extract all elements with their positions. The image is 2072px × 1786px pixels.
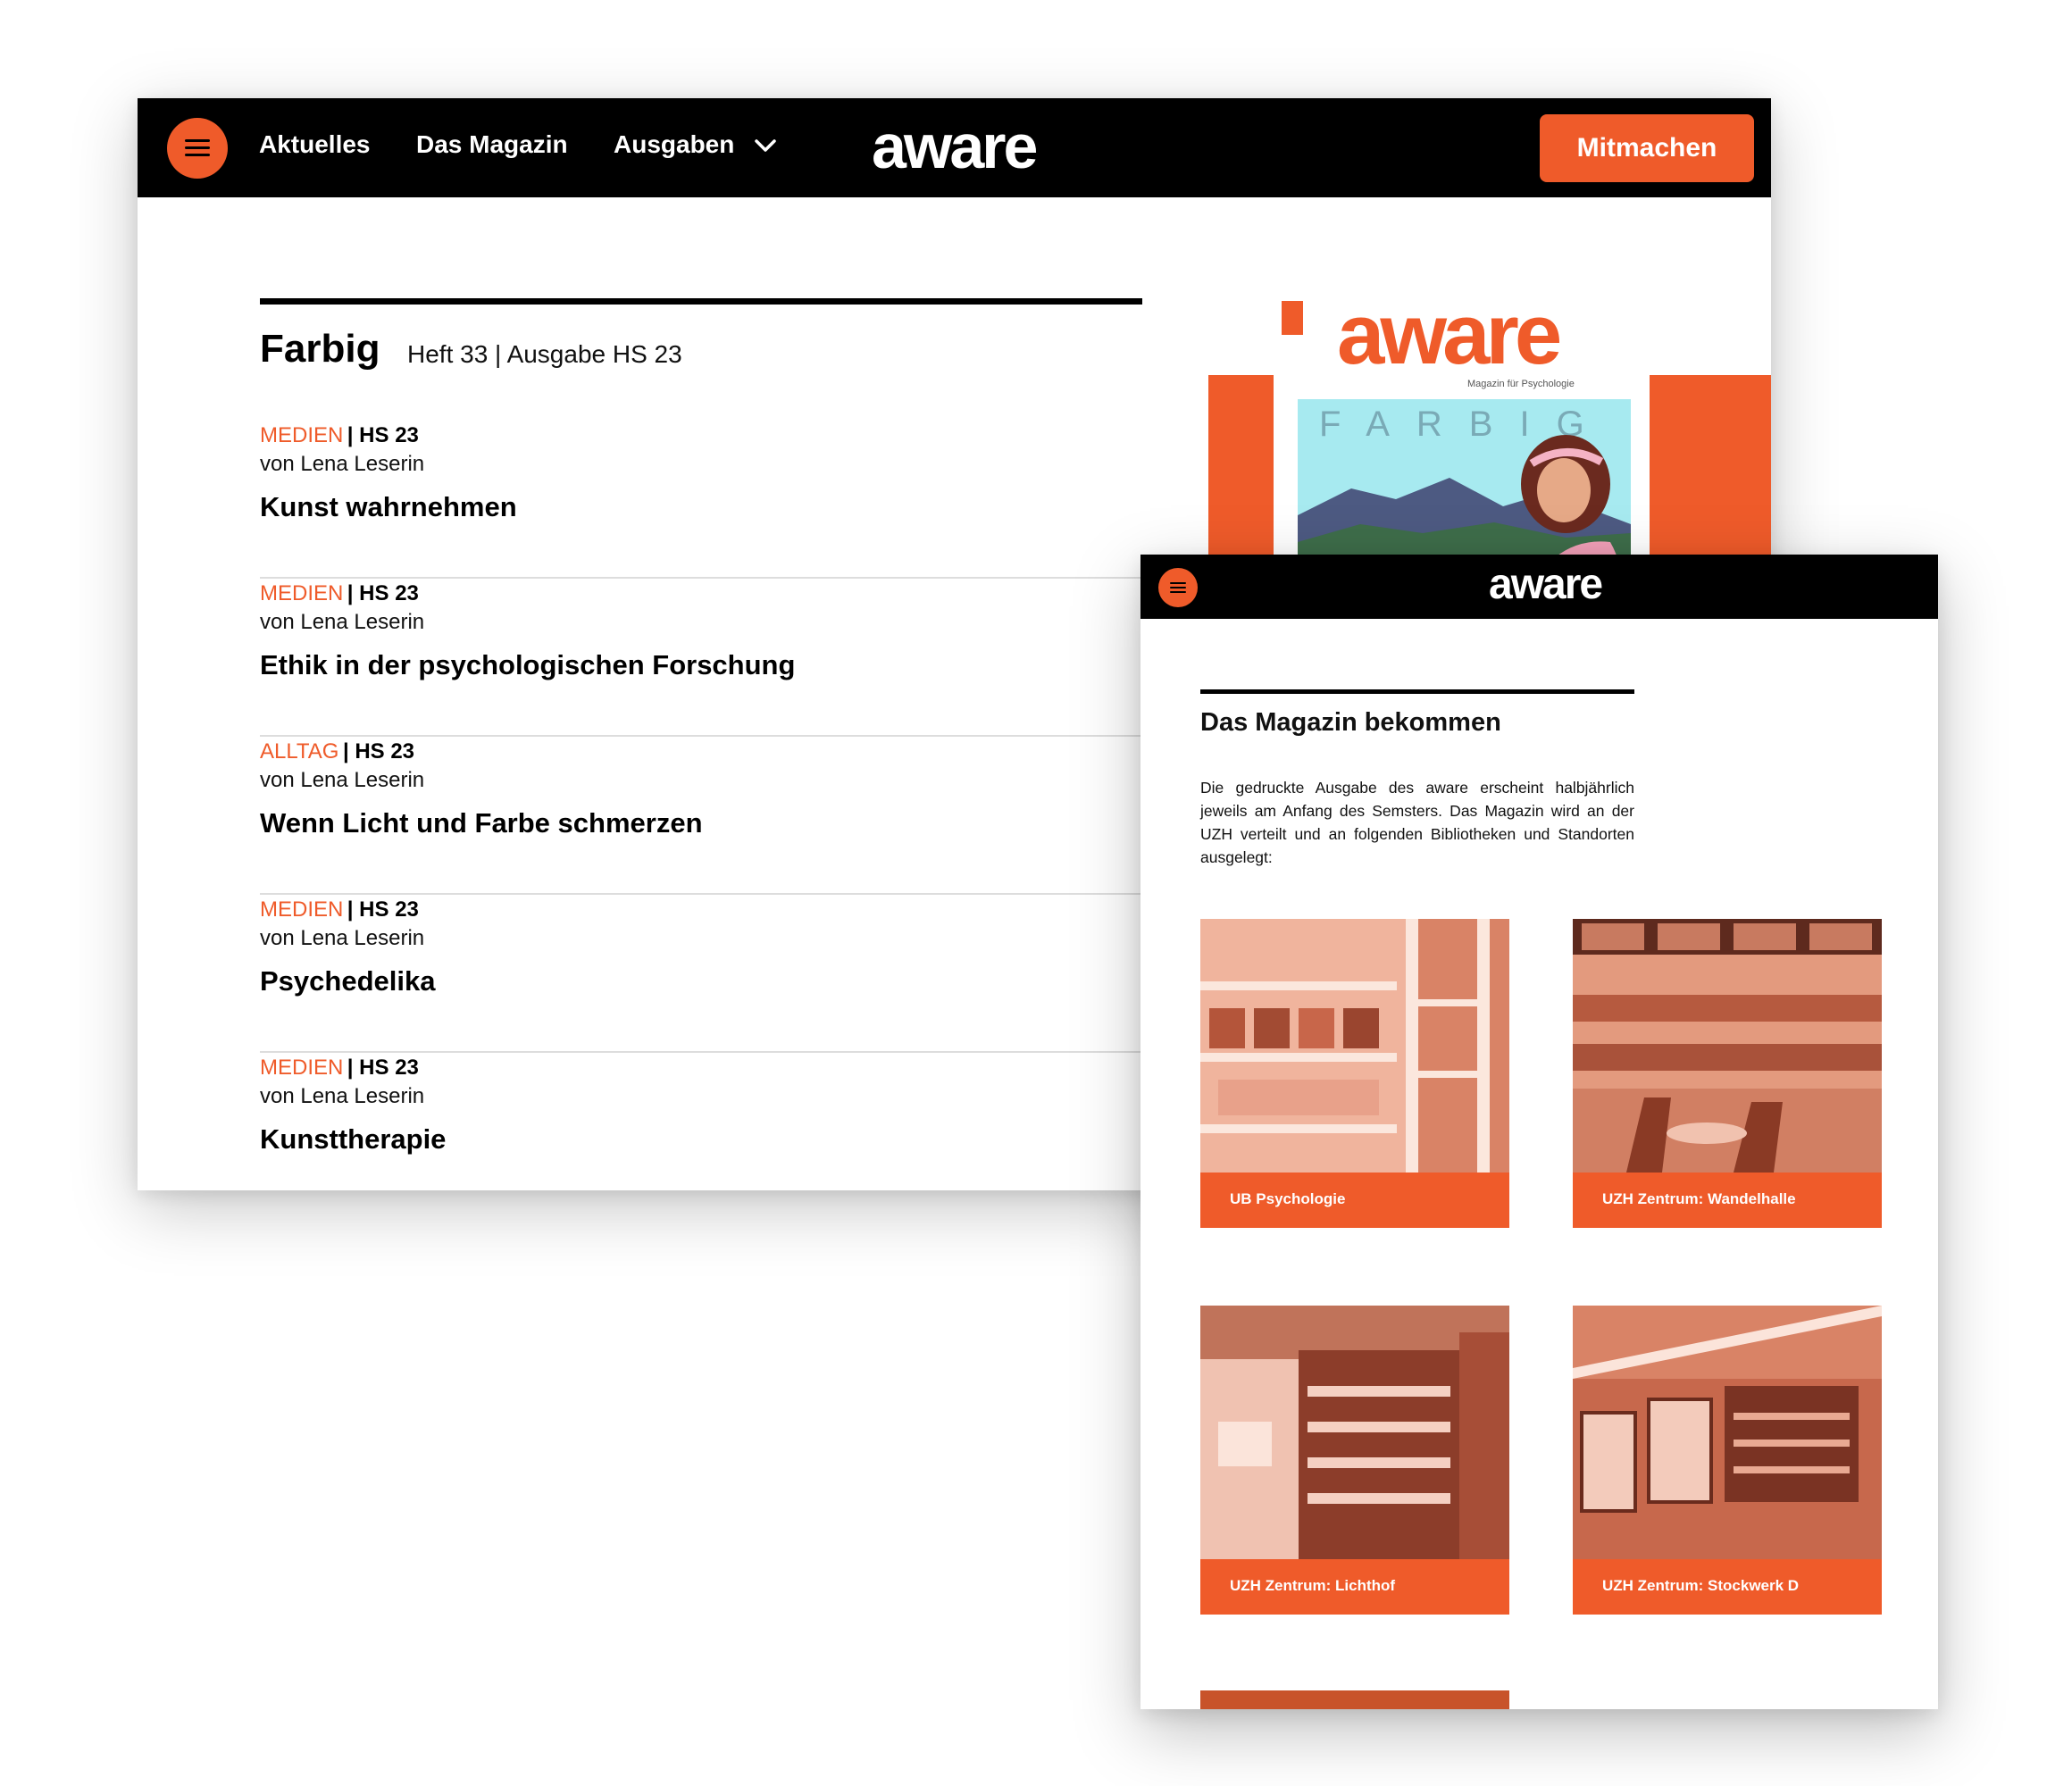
article-item[interactable]: MEDIEN | HS 23 von Lena Leserin Psychede… [260,897,1142,1053]
article-author: von Lena Leserin [260,768,425,792]
location-photo-illustration [1573,1306,1882,1559]
location-photo [1200,1306,1509,1559]
mobile-window: aware Das Magazin bekommen Die gedruckte… [1140,555,1938,1709]
issue-title: Farbig [260,327,380,371]
location-card-stockwerk-d[interactable]: UZH Zentrum: Stockwerk D [1573,1306,1882,1615]
location-photo [1573,1306,1882,1559]
article-issue: | HS 23 [347,581,419,605]
hamburger-icon[interactable] [167,118,228,179]
mitmachen-button[interactable]: Mitmachen [1540,114,1754,182]
article-category[interactable]: MEDIEN [260,897,343,922]
location-photo-illustration [1200,1306,1509,1559]
article-author: von Lena Leserin [260,926,425,950]
nav-link-aktuelles[interactable]: Aktuelles [259,130,371,159]
cover-logo: aware [1337,287,1562,382]
location-photo [1200,919,1509,1173]
article-item[interactable]: MEDIEN | HS 23 von Lena Leserin Kunstthe… [260,1056,1142,1190]
hamburger-icon[interactable] [1158,568,1198,607]
issue-meta: Heft 33 | Ausgabe HS 23 [407,340,682,368]
article-author: von Lena Leserin [260,610,425,634]
article-category[interactable]: MEDIEN [260,423,343,447]
site-logo[interactable]: aware [1489,560,1603,609]
location-card-wandelhalle[interactable]: UZH Zentrum: Wandelhalle [1573,919,1882,1228]
article-issue: | HS 23 [347,897,419,922]
location-label: UB Psychologie [1200,1173,1509,1228]
article-title[interactable]: Psychedelika [260,965,435,997]
site-logo[interactable]: aware [872,111,1038,182]
article-issue: | HS 23 [347,423,419,447]
article-author: von Lena Leserin [260,1084,425,1108]
section-divider [1200,689,1634,694]
article-author: von Lena Leserin [260,452,425,476]
article-issue: | HS 23 [347,1056,419,1080]
location-photo [1573,919,1882,1173]
article-title[interactable]: Kunst wahrnehmen [260,491,517,523]
top-navigation: Aktuelles Das Magazin Ausgaben aware Mit… [138,98,1771,197]
location-card-ub-psychologie[interactable]: UB Psychologie [1200,919,1509,1228]
article-issue: | HS 23 [342,739,415,764]
location-label: UZH Zentrum: Stockwerk D [1573,1559,1882,1615]
chevron-down-icon[interactable] [752,132,779,159]
cover-subtitle: Magazin für Psychologie [1467,379,1575,389]
location-card-partial[interactable] [1200,1690,1509,1709]
cover-issue-badge [1282,301,1303,335]
nav-link-ausgaben[interactable]: Ausgaben [614,130,734,159]
section-intro: Die gedruckte Ausgabe des aware erschein… [1200,779,1634,866]
location-label: UZH Zentrum: Lichthof [1200,1559,1509,1615]
article-item[interactable]: MEDIEN | HS 23 von Lena Leserin Kunst wa… [260,423,1142,579]
nav-link-das-magazin[interactable]: Das Magazin [416,130,568,159]
article-title[interactable]: Ethik in der psychologischen Forschung [260,649,795,681]
issue-divider [260,298,1142,305]
article-category[interactable]: MEDIEN [260,1056,343,1080]
article-category[interactable]: ALLTAG [260,739,338,764]
location-card-lichthof[interactable]: UZH Zentrum: Lichthof [1200,1306,1509,1615]
article-title[interactable]: Wenn Licht und Farbe schmerzen [260,807,703,839]
article-category[interactable]: MEDIEN [260,581,343,605]
location-label: UZH Zentrum: Wandelhalle [1573,1173,1882,1228]
location-photo-illustration [1573,919,1882,1173]
article-item[interactable]: MEDIEN | HS 23 von Lena Leserin Ethik in… [260,581,1142,737]
article-item[interactable]: ALLTAG | HS 23 von Lena Leserin Wenn Lic… [260,739,1142,895]
mobile-navigation: aware [1140,555,1938,619]
section-title: Das Magazin bekommen [1200,708,1501,737]
location-photo-illustration [1200,919,1509,1173]
article-title[interactable]: Kunsttherapie [260,1123,446,1156]
